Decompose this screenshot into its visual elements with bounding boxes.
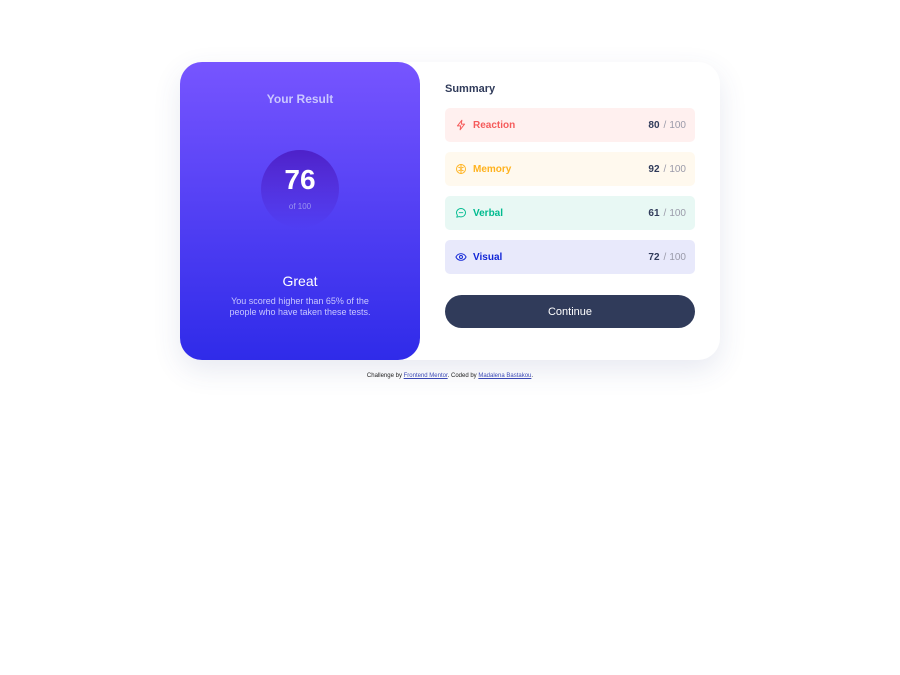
- summary-row-label: Reaction: [473, 119, 516, 131]
- score-value: 76: [284, 164, 316, 195]
- summary-row-label: Verbal: [473, 207, 504, 219]
- summary-row-score: 80: [648, 119, 660, 131]
- summary-row-label: Visual: [473, 251, 503, 263]
- summary-row-memory: Memory 92 / 100: [445, 152, 695, 186]
- author-link[interactable]: Madalena Bastakou: [478, 373, 531, 379]
- summary-row-label: Memory: [473, 163, 512, 175]
- attribution-footer: Challenge by Frontend Mentor. Coded by M…: [0, 373, 900, 379]
- continue-button[interactable]: Continue: [445, 295, 695, 328]
- eye-icon: [455, 251, 467, 263]
- summary-row-total: 100: [669, 163, 686, 175]
- footer-prefix: Challenge by: [366, 373, 404, 379]
- result-panel: Your Result 76 of 100 Great You scored h…: [180, 62, 420, 360]
- summary-row-score: 61: [648, 207, 660, 219]
- chat-bubble-icon: [455, 207, 467, 219]
- footer-suffix: .: [531, 373, 534, 379]
- footer-middle: . Coded by: [447, 373, 479, 379]
- summary-row-total: 100: [669, 119, 686, 131]
- summary-row-score: 92: [648, 163, 660, 175]
- result-description: You scored higher than 65% of the people…: [229, 296, 371, 317]
- score-of-label: of 100: [288, 202, 312, 211]
- summary-title: Summary: [445, 83, 496, 95]
- summary-row-separator: /: [663, 251, 667, 263]
- brain-icon: [455, 163, 467, 175]
- rating-title: Great: [282, 273, 318, 289]
- summary-row-total: 100: [669, 207, 686, 219]
- summary-row-score: 72: [648, 251, 660, 263]
- lightning-icon: [455, 119, 467, 131]
- summary-row-separator: /: [663, 207, 667, 219]
- summary-row-verbal: Verbal 61 / 100: [445, 196, 695, 230]
- summary-row-separator: /: [663, 163, 667, 175]
- score-circle: 76 of 100: [261, 150, 339, 228]
- summary-row-reaction: Reaction 80 / 100: [445, 108, 695, 142]
- summary-row-visual: Visual 72 / 100: [445, 240, 695, 274]
- results-card: Your Result 76 of 100 Great You scored h…: [180, 62, 720, 360]
- summary-row-separator: /: [663, 119, 667, 131]
- result-heading: Your Result: [266, 92, 334, 106]
- summary-panel: Summary Reaction 80 / 100 Memory 92 / 10…: [420, 62, 720, 360]
- summary-row-total: 100: [669, 251, 686, 263]
- frontend-mentor-link[interactable]: Frontend Mentor: [404, 373, 448, 379]
